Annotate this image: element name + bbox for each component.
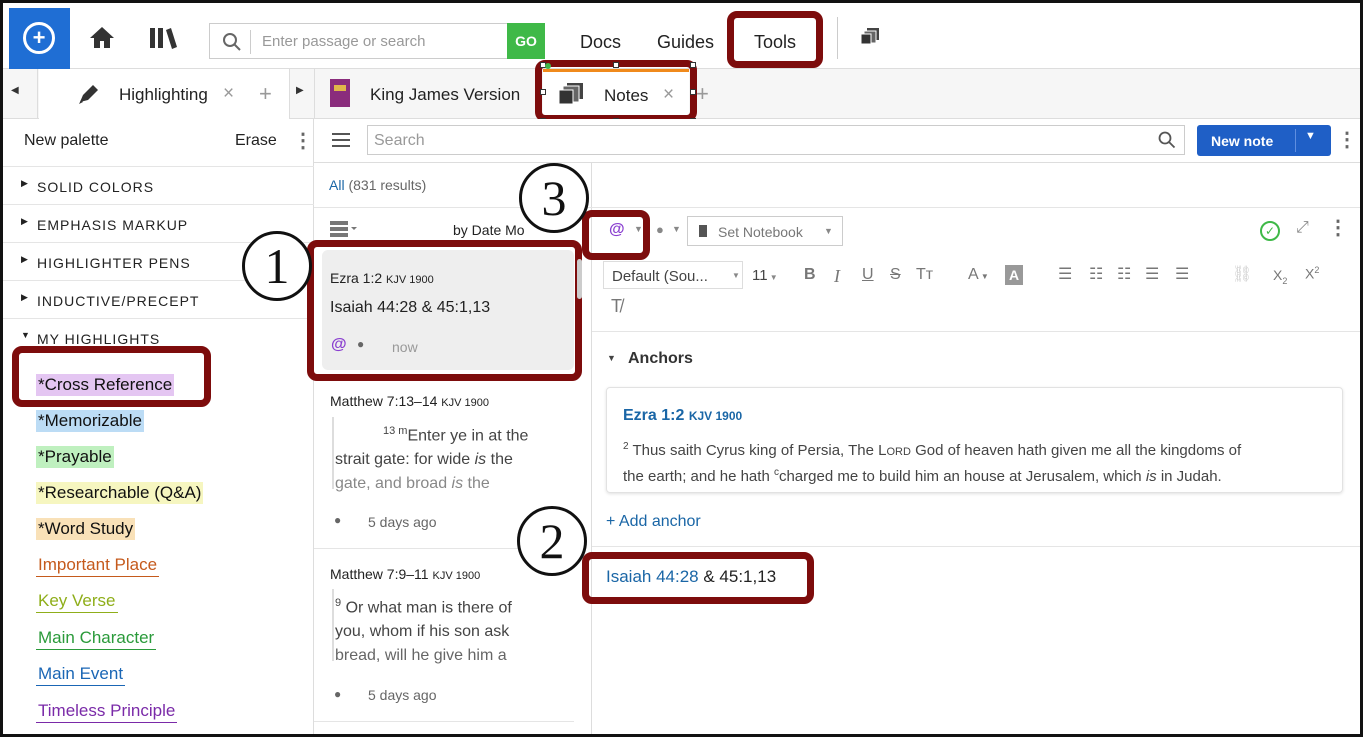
menu-icon[interactable] bbox=[332, 132, 350, 153]
highlighter-pen-icon bbox=[79, 85, 98, 104]
highlight-style-item[interactable]: Main Character bbox=[36, 627, 157, 650]
highlight-style-item[interactable]: *Memorizable bbox=[36, 410, 144, 432]
note-card[interactable]: Matthew 7:9–11 KJV 1900 9 Or what man is… bbox=[314, 563, 574, 713]
note-reference: Matthew 7:9–11 KJV 1900 bbox=[330, 566, 481, 582]
cross-reference-callout-box bbox=[12, 346, 211, 407]
home-icon[interactable] bbox=[89, 25, 115, 49]
scrollbar[interactable] bbox=[577, 259, 582, 299]
highlight-style-item[interactable]: *Researchable (Q&A) bbox=[36, 482, 204, 504]
more-options-icon[interactable]: ⋮ bbox=[293, 128, 313, 153]
user-icon: ● bbox=[334, 513, 342, 527]
link-icon[interactable]: ⛓ bbox=[1232, 264, 1252, 284]
notes-search-input[interactable]: Search bbox=[367, 125, 1185, 155]
font-family-dropdown[interactable]: Default (Sou... ▼ bbox=[603, 261, 743, 289]
notes-list-panel: All (831 results) by Date Mo Ezra 1:2 KJ… bbox=[307, 163, 592, 734]
highlight-style-item[interactable]: Timeless Principle bbox=[36, 700, 178, 723]
highlighting-panel: New palette Erase ⋮ ▶ SOLID COLORS ▶ EMPHA… bbox=[3, 119, 314, 734]
highlight-style-item[interactable]: *Word Study bbox=[36, 518, 136, 540]
highlight-color-icon[interactable]: A bbox=[1005, 265, 1023, 285]
notes-tab-callout-box bbox=[535, 60, 697, 122]
set-notebook-dropdown[interactable]: Set Notebook ▼ bbox=[687, 216, 843, 246]
clear-formatting-icon[interactable]: T̸ bbox=[611, 296, 622, 317]
font-size-dropdown[interactable]: 11 ▼ bbox=[752, 267, 778, 284]
tools-callout-box bbox=[727, 11, 823, 68]
highlight-style-item[interactable]: *Prayable bbox=[36, 446, 114, 468]
book-cover-icon bbox=[330, 79, 350, 107]
chevron-down-icon[interactable]: ▼ bbox=[672, 224, 681, 234]
highlight-style-item[interactable]: Important Place bbox=[36, 554, 160, 577]
view-toggle-icon[interactable] bbox=[330, 221, 358, 242]
saved-check-icon: ✓ bbox=[1260, 221, 1280, 241]
guides-menu[interactable]: Guides bbox=[657, 32, 714, 53]
bold-icon[interactable]: B bbox=[804, 266, 816, 284]
anchor-card[interactable]: Ezra 1:2 KJV 1900 2 Thus saith Cyrus kin… bbox=[606, 387, 1343, 493]
notes-toolbar: Search New note ▼ ⋮ bbox=[314, 119, 1360, 163]
callout-number-3: 3 bbox=[519, 163, 589, 233]
passage-search-input[interactable]: Enter passage or search bbox=[209, 23, 545, 59]
callout-number-2: 2 bbox=[517, 506, 587, 576]
callout-number-1: 1 bbox=[242, 231, 312, 301]
indent-icon[interactable]: ☰ bbox=[1175, 264, 1189, 284]
underline-icon[interactable]: U bbox=[862, 266, 874, 284]
new-palette-button[interactable]: New palette bbox=[24, 132, 109, 150]
note-timestamp: 5 days ago bbox=[368, 514, 437, 530]
note-reference: Matthew 7:13–14 KJV 1900 bbox=[330, 393, 489, 409]
tab-label: King James Version bbox=[370, 85, 521, 104]
sort-dropdown[interactable]: by Date Mo bbox=[453, 222, 525, 238]
strikethrough-icon[interactable]: S bbox=[890, 266, 901, 284]
note-editor: @ ▼ ● ▼ Set Notebook ▼ ✓ ⤢ ⋮ Default (So… bbox=[582, 163, 1360, 734]
expand-icon[interactable]: ⤢ bbox=[1296, 219, 1309, 237]
scroll-left-icon[interactable]: ◀ bbox=[11, 85, 19, 96]
search-placeholder: Enter passage or search bbox=[262, 33, 426, 50]
note-card-callout-box bbox=[307, 240, 582, 381]
add-anchor-link[interactable]: + Add anchor bbox=[606, 513, 701, 531]
tab-label: Highlighting bbox=[119, 85, 208, 104]
results-filter[interactable]: All (831 results) bbox=[329, 177, 426, 193]
layouts-icon[interactable] bbox=[860, 27, 881, 50]
user-icon: ● bbox=[334, 687, 342, 701]
highlight-style-item[interactable]: Key Verse bbox=[36, 590, 118, 613]
note-timestamp: 5 days ago bbox=[368, 687, 437, 703]
add-tab-icon[interactable]: + bbox=[696, 81, 709, 107]
erase-button[interactable]: Erase bbox=[235, 132, 277, 150]
note-body-callout-box bbox=[582, 552, 814, 604]
tab-highlighting[interactable]: Highlighting × + bbox=[39, 69, 289, 119]
bullet-list-icon[interactable]: ☷ bbox=[1089, 264, 1103, 284]
font-color-icon[interactable]: A ▼ bbox=[968, 266, 989, 284]
italic-icon[interactable]: I bbox=[834, 266, 840, 287]
dropdown-caret-icon: ▼ bbox=[1305, 130, 1316, 142]
logos-logo-icon[interactable]: + bbox=[9, 8, 70, 69]
search-icon bbox=[223, 33, 241, 51]
tab-close-icon[interactable]: × bbox=[223, 83, 234, 105]
more-options-icon[interactable]: ⋮ bbox=[1337, 127, 1357, 152]
superscript-icon[interactable]: X2 bbox=[1305, 265, 1319, 282]
cross-reference-callout-box bbox=[582, 210, 650, 260]
add-tab-icon[interactable]: + bbox=[259, 81, 272, 107]
app-window: + Enter passage or search GO Docs Guides… bbox=[0, 0, 1363, 737]
docs-menu[interactable]: Docs bbox=[580, 32, 621, 53]
align-icon[interactable]: ☰ bbox=[1058, 264, 1072, 284]
user-icon[interactable]: ● bbox=[656, 222, 664, 237]
anchors-heading[interactable]: Anchors bbox=[628, 350, 693, 368]
section-solid-colors[interactable]: ▶ SOLID COLORS bbox=[3, 166, 314, 204]
library-icon[interactable] bbox=[149, 25, 177, 49]
highlight-style-item[interactable]: Main Event bbox=[36, 663, 126, 686]
tab-king-james-version[interactable]: King James Version bbox=[315, 69, 533, 119]
panel-tab-row: ◀ Highlighting × + ▶ King James Version … bbox=[3, 60, 1360, 124]
anchor-reference[interactable]: Ezra 1:2 KJV 1900 bbox=[623, 407, 742, 425]
note-excerpt: 9 Or what man is there of you, whom if h… bbox=[335, 597, 512, 665]
new-note-button[interactable]: New note ▼ bbox=[1197, 125, 1331, 156]
more-options-icon[interactable]: ⋮ bbox=[1328, 215, 1348, 240]
outdent-icon[interactable]: ☰ bbox=[1145, 264, 1159, 284]
scroll-right-icon[interactable]: ▶ bbox=[296, 85, 304, 96]
subscript-icon[interactable]: X2 bbox=[1273, 267, 1287, 286]
go-button[interactable]: GO bbox=[507, 23, 545, 59]
collapse-anchors-icon[interactable]: ▼ bbox=[607, 353, 616, 363]
search-icon bbox=[1158, 131, 1176, 149]
anchor-text: 2 Thus saith Cyrus king of Persia, The L… bbox=[623, 441, 1242, 485]
small-caps-icon[interactable]: Tт bbox=[916, 266, 933, 284]
numbered-list-icon[interactable]: ☷ bbox=[1117, 264, 1131, 284]
note-excerpt: 13 mEnter ye in at the strait gate: for … bbox=[335, 425, 529, 493]
